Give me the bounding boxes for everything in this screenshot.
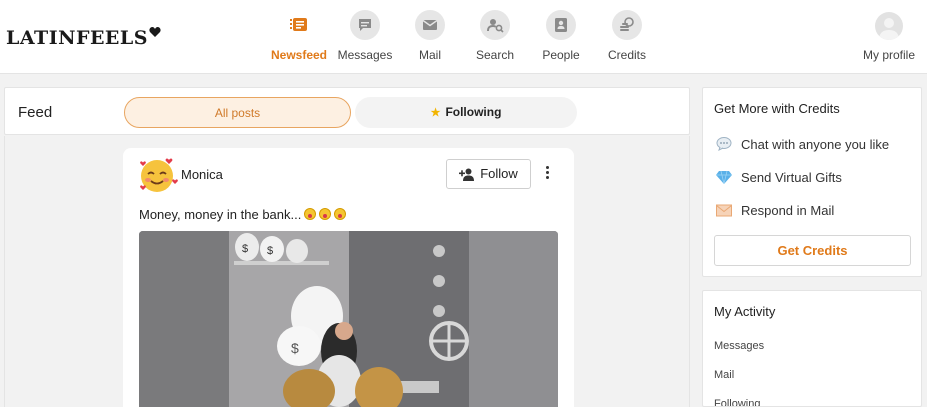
post-text-content: Money, money in the bank... bbox=[139, 207, 302, 222]
logo-text: LATINFEELS bbox=[6, 27, 148, 49]
speech-bubble-icon bbox=[716, 137, 732, 151]
tongue-face-emoji-icon bbox=[319, 208, 332, 220]
credits-card-title: Get More with Credits bbox=[714, 101, 840, 116]
newsfeed-icon bbox=[284, 10, 314, 40]
nav-label-mail: Mail bbox=[418, 48, 441, 62]
nav-search[interactable]: Search bbox=[462, 10, 528, 62]
nav-label-newsfeed: Newsfeed bbox=[270, 48, 328, 62]
author-avatar[interactable] bbox=[137, 154, 181, 194]
heart-icon bbox=[149, 27, 161, 37]
follow-button-label: Follow bbox=[480, 166, 518, 181]
svg-text:$: $ bbox=[267, 245, 273, 257]
post-image[interactable]: $ $ $ bbox=[139, 231, 558, 407]
credits-card: Get More with Credits Chat with anyone y… bbox=[702, 87, 922, 277]
nav-messages[interactable]: Messages bbox=[332, 10, 398, 62]
feed-title: Feed bbox=[18, 104, 53, 121]
top-navigation-bar: LATINFEELS Newsfeed Messages Mail Search… bbox=[0, 0, 927, 74]
activity-link-mail[interactable]: Mail bbox=[714, 369, 734, 381]
feed-header: Feed All posts ★ Following bbox=[4, 87, 690, 135]
get-credits-button[interactable]: Get Credits bbox=[714, 235, 911, 266]
post-text: Money, money in the bank... bbox=[139, 207, 347, 222]
nav-label-people: People bbox=[542, 48, 580, 62]
nav-newsfeed[interactable]: Newsfeed bbox=[266, 10, 332, 62]
id-card-icon bbox=[546, 10, 576, 40]
activity-card: My Activity Messages Mail Following bbox=[702, 290, 922, 407]
nav-label-search: Search bbox=[475, 48, 515, 62]
svg-text:$: $ bbox=[242, 243, 248, 255]
logo[interactable]: LATINFEELS bbox=[6, 26, 161, 49]
svg-text:$: $ bbox=[291, 340, 299, 356]
post-author-name[interactable]: Monica bbox=[181, 167, 223, 182]
activity-card-title: My Activity bbox=[714, 304, 776, 319]
tab-all-posts-label: All posts bbox=[214, 106, 261, 120]
credit-benefit-mail: Respond in Mail bbox=[716, 203, 834, 218]
nav-label-credits: Credits bbox=[607, 48, 646, 62]
feed-list: Monica Follow Money, money in the bank..… bbox=[4, 136, 690, 407]
envelope-icon bbox=[415, 10, 445, 40]
add-person-icon bbox=[459, 168, 475, 181]
tab-all-posts[interactable]: All posts bbox=[124, 97, 351, 128]
post-card: Monica Follow Money, money in the bank..… bbox=[123, 148, 574, 407]
credit-benefit-gifts-label: Send Virtual Gifts bbox=[741, 170, 842, 185]
nav-mail[interactable]: Mail bbox=[397, 10, 463, 62]
activity-link-messages[interactable]: Messages bbox=[714, 340, 764, 352]
search-people-icon bbox=[480, 10, 510, 40]
nav-label-messages: Messages bbox=[337, 48, 393, 62]
tongue-face-emoji-icon bbox=[304, 208, 317, 220]
tab-following-label: Following bbox=[445, 105, 502, 119]
avatar bbox=[875, 12, 903, 40]
coins-icon bbox=[612, 10, 642, 40]
credit-benefit-chat-label: Chat with anyone you like bbox=[741, 137, 890, 152]
nav-people[interactable]: People bbox=[528, 10, 594, 62]
envelope-icon bbox=[716, 204, 732, 217]
tab-following[interactable]: ★ Following bbox=[355, 97, 577, 128]
nav-label-my-profile: My profile bbox=[862, 48, 915, 62]
credit-benefit-mail-label: Respond in Mail bbox=[741, 203, 835, 218]
follow-button[interactable]: Follow bbox=[446, 159, 531, 189]
star-icon: ★ bbox=[430, 107, 441, 119]
activity-link-following[interactable]: Following bbox=[714, 398, 760, 406]
credit-benefit-gifts: Send Virtual Gifts bbox=[716, 170, 842, 185]
diamond-icon bbox=[716, 170, 732, 184]
credit-benefit-chat: Chat with anyone you like bbox=[716, 137, 889, 152]
nav-credits[interactable]: Credits bbox=[594, 10, 660, 62]
chat-bubble-icon bbox=[350, 10, 380, 40]
more-options-icon[interactable] bbox=[542, 166, 552, 182]
nav-my-profile[interactable]: My profile bbox=[856, 12, 922, 62]
tongue-face-emoji-icon bbox=[334, 208, 347, 220]
